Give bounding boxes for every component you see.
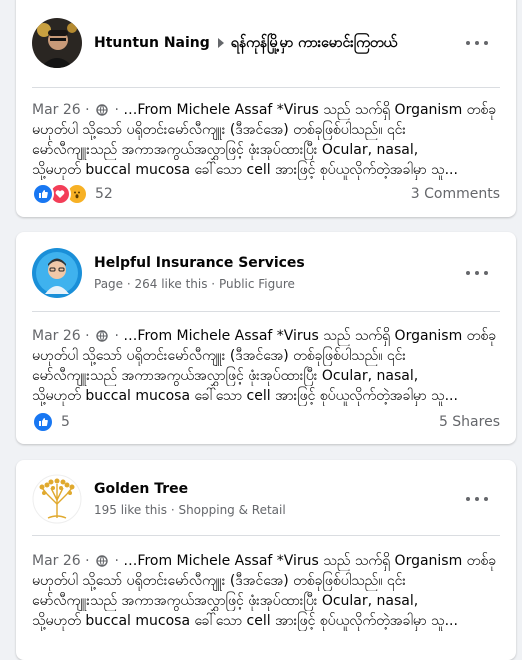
post-text[interactable]: Mar 26 · · …From Michele Assaf *Virus သည… [32, 551, 504, 631]
author-avatar[interactable] [32, 474, 82, 524]
author-avatar[interactable] [32, 18, 82, 68]
caret-right-icon [217, 38, 224, 48]
reaction-count[interactable]: 5 [61, 414, 70, 430]
page-subtitle: Page · 264 like this · Public Figure [94, 277, 295, 291]
shares-count[interactable]: 5 Shares [439, 414, 500, 430]
reaction-count[interactable]: 52 [95, 186, 113, 202]
divider [32, 311, 500, 312]
globe-icon [96, 104, 108, 116]
post-header: Helpful Insurance Services Page · 264 li… [32, 247, 500, 299]
post-text[interactable]: Mar 26 · · …From Michele Assaf *Virus သည… [32, 326, 504, 406]
author-name[interactable]: Htuntun Naing [94, 35, 210, 51]
post-date[interactable]: Mar 26 [32, 553, 81, 569]
like-reaction-icon[interactable] [32, 183, 54, 205]
page-subtitle: 195 like this · Shopping & Retail [94, 503, 286, 517]
post-header: Htuntun Naing ရန်ကုန်မြို့မှာ ကားမောင်းက… [32, 17, 500, 69]
group-name[interactable]: ရန်ကုန်မြို့မှာ ကားမောင်းကြတယ် [231, 33, 397, 54]
post-date[interactable]: Mar 26 [32, 328, 81, 344]
post-card-2: Helpful Insurance Services Page · 264 li… [16, 232, 516, 444]
divider [32, 87, 500, 88]
post-date[interactable]: Mar 26 [32, 102, 81, 118]
post-footer: 52 3 Comments [32, 182, 500, 206]
author-avatar[interactable] [32, 248, 82, 298]
post-text[interactable]: Mar 26 · · …From Michele Assaf *Virus သည… [32, 100, 504, 180]
divider [32, 535, 500, 536]
globe-icon [96, 555, 108, 567]
post-card-1: Htuntun Naing ရန်ကုန်မြို့မှာ ကားမောင်းက… [16, 0, 516, 217]
like-reaction-icon[interactable] [32, 411, 54, 433]
post-header: Golden Tree 195 like this · Shopping & R… [32, 473, 500, 525]
more-options-icon[interactable] [466, 493, 488, 505]
post-footer: 5 5 Shares [32, 410, 500, 434]
comments-count[interactable]: 3 Comments [411, 186, 500, 202]
more-options-icon[interactable] [466, 267, 488, 279]
post-card-3: Golden Tree 195 like this · Shopping & R… [16, 460, 516, 660]
more-options-icon[interactable] [466, 37, 488, 49]
globe-icon [96, 330, 108, 342]
author-name[interactable]: Helpful Insurance Services [94, 255, 305, 271]
author-name[interactable]: Golden Tree [94, 481, 188, 497]
